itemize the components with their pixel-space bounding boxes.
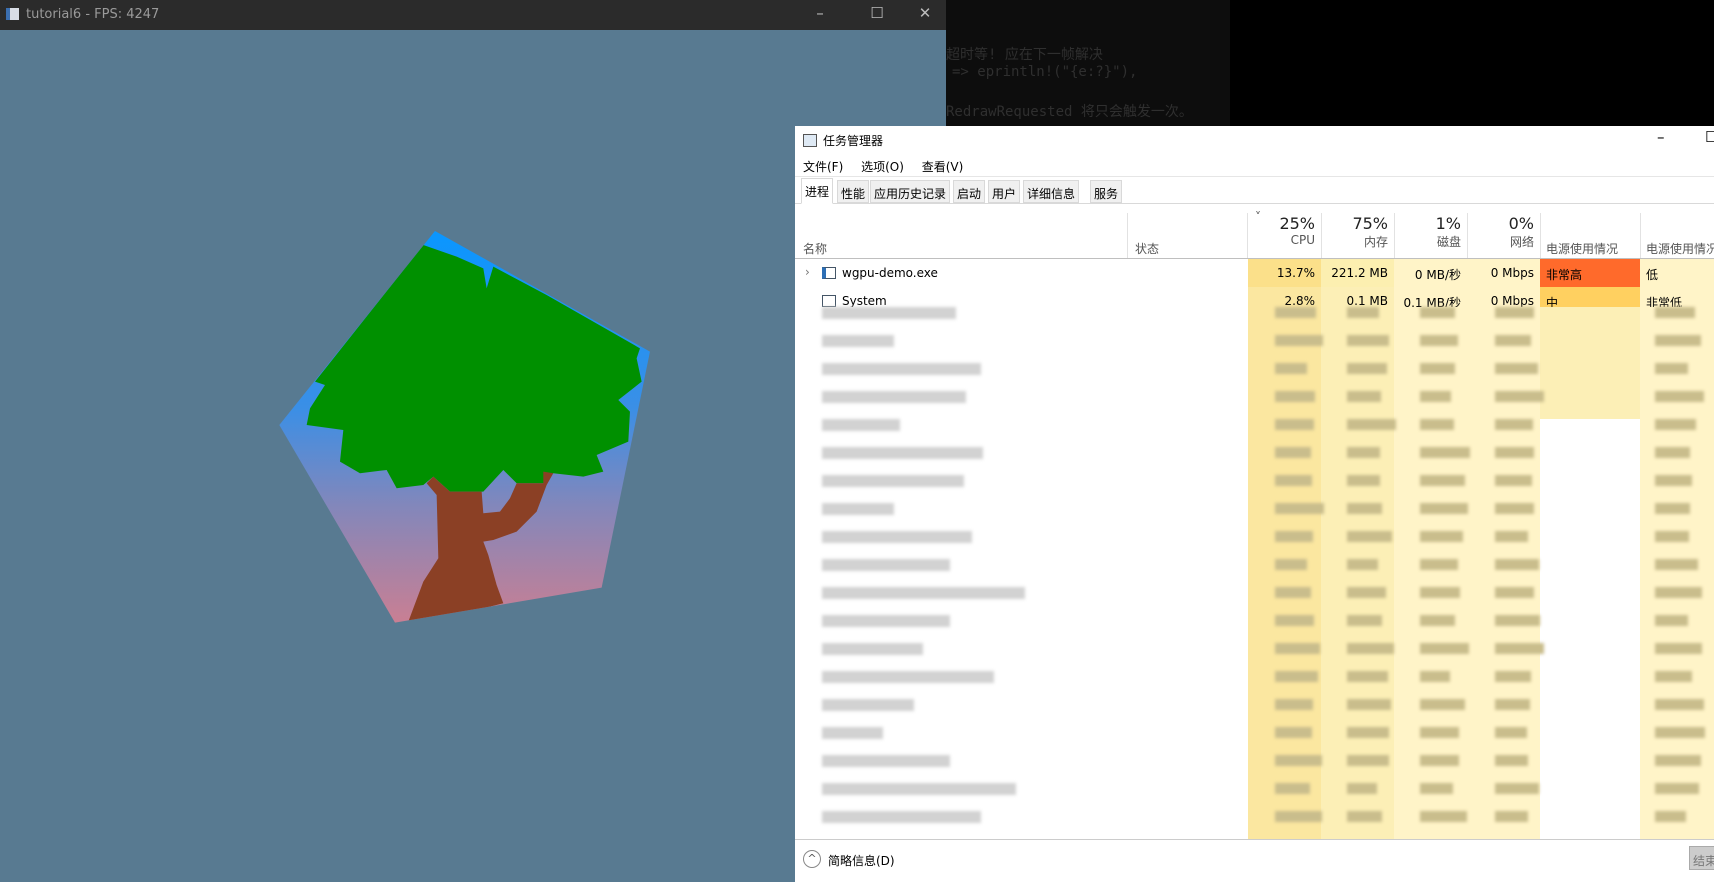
disk-value: 0.1 MB/秒 [1403, 296, 1461, 307]
maximize-button[interactable]: ☐ [862, 4, 892, 22]
memory-value: 0.1 MB [1346, 294, 1388, 307]
tab-app-history[interactable]: 应用历史记录 [870, 180, 951, 203]
tab-performance[interactable]: 性能 [837, 180, 870, 203]
column-name[interactable]: 名称 [803, 240, 827, 257]
end-task-button[interactable]: 结束 [1689, 846, 1714, 870]
menu-bar: 文件(F) 选项(O) 查看(V) [803, 158, 977, 175]
minimize-button[interactable]: – [805, 4, 835, 22]
column-power[interactable]: 电源使用情况 [1546, 240, 1618, 257]
close-button[interactable]: ✕ [910, 4, 940, 22]
column-disk[interactable]: 1% 磁盘 [1394, 214, 1467, 250]
tree-canopy [306, 244, 642, 492]
network-value: 0 Mbps [1490, 266, 1534, 280]
task-manager-icon [803, 134, 817, 147]
fewer-details-link[interactable]: 简略信息(D) [828, 852, 895, 869]
task-manager-window: 任务管理器 – ☐ 文件(F) 选项(O) 查看(V) 进程 性能 应用历史记录… [795, 126, 1714, 882]
code-line: RedrawRequested 将只会触发一次。 [946, 104, 1193, 120]
table-row[interactable]: › wgpu-demo.exe 13.7% 221.2 MB 0 MB/秒 0 … [795, 259, 1714, 287]
menu-file[interactable]: 文件(F) [803, 160, 843, 174]
cpu-value: 13.7% [1248, 259, 1321, 287]
code-line: 超时等! 应在下一帧解决 [946, 47, 1103, 63]
app-icon [822, 295, 836, 307]
tab-processes[interactable]: 进程 [801, 178, 834, 204]
column-memory[interactable]: 75% 内存 [1321, 214, 1394, 250]
table-row[interactable]: System 2.8% 0.1 MB 0.1 MB/秒 0 Mbps 中 非常低 [795, 287, 1714, 307]
column-power-trend[interactable]: 电源使用情况 [1646, 240, 1714, 257]
power-trend-value: 非常低 [1646, 296, 1683, 307]
minimize-button[interactable]: – [1657, 128, 1665, 146]
column-network[interactable]: 0% 网络 [1467, 214, 1540, 250]
app-icon [822, 267, 836, 279]
window-title: tutorial6 - FPS: 4247 [26, 7, 160, 22]
title-bar: tutorial6 - FPS: 4247 – ☐ ✕ [0, 0, 946, 30]
power-value: 中 [1540, 287, 1640, 307]
tab-users[interactable]: 用户 [988, 180, 1021, 203]
cpu-value: 2.8% [1284, 294, 1316, 307]
power-value: 非常高 [1540, 259, 1640, 287]
maximize-button[interactable]: ☐ [1705, 128, 1714, 146]
tab-startup[interactable]: 启动 [953, 180, 986, 203]
network-value: 0 Mbps [1490, 294, 1534, 307]
column-status[interactable]: 状态 [1135, 240, 1159, 257]
column-cpu[interactable]: 25% CPU [1248, 214, 1321, 247]
menu-options[interactable]: 选项(O) [861, 160, 904, 174]
tab-details[interactable]: 详细信息 [1023, 180, 1080, 203]
process-name: System [842, 294, 887, 307]
power-trend-value: 低 [1646, 268, 1659, 282]
app-window-icon [6, 8, 19, 20]
code-editor-background: 超时等! 应在下一帧解决 => eprintln!("{e:?}"), Redr… [946, 0, 1230, 126]
code-line: => eprintln!("{e:?}"), [952, 64, 1138, 80]
tab-services[interactable]: 服务 [1090, 180, 1123, 203]
disk-value: 0 MB/秒 [1414, 268, 1461, 282]
memory-value: 221.2 MB [1321, 259, 1394, 287]
process-name: wgpu-demo.exe [842, 266, 938, 280]
collapse-chevron-icon[interactable]: ^ [803, 850, 821, 868]
window-title: 任务管理器 [823, 134, 884, 148]
menu-view[interactable]: 查看(V) [922, 160, 964, 174]
expand-chevron-icon[interactable]: › [805, 265, 810, 279]
